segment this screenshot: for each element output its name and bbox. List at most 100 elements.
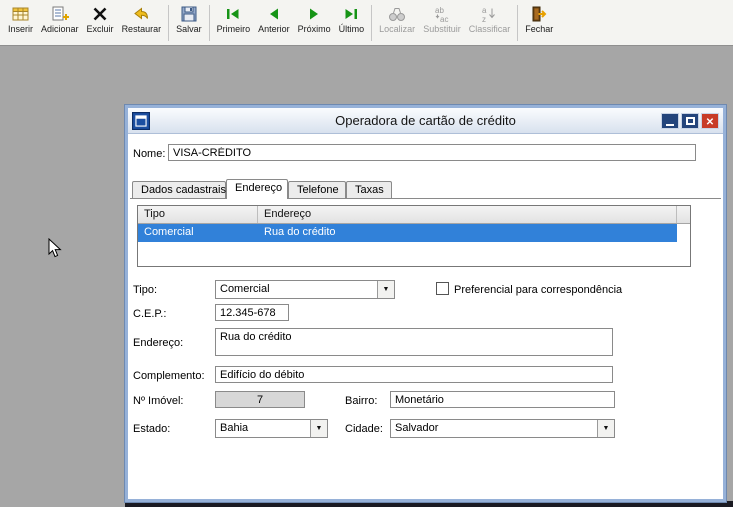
cidade-combo-dropdown-button[interactable] [597,420,614,437]
bairro-label: Bairro: [345,395,377,407]
insert-table-icon [11,4,31,24]
cidade-combo-value: Salvador [391,420,597,437]
address-grid: Tipo Endereço Comercial Rua do crédito [137,205,691,267]
tab-label: Telefone [297,184,339,196]
preferencial-checkbox[interactable] [436,282,449,295]
estado-combo-dropdown-button[interactable] [310,420,327,437]
grid-header: Tipo Endereço [138,206,690,224]
svg-text:z: z [482,15,486,24]
toolbar-button-classificar: az Classificar [465,2,515,44]
toolbar-separator [517,5,518,41]
svg-text:a: a [482,6,487,15]
complemento-input[interactable] [215,366,613,383]
svg-text:ac: ac [440,15,448,24]
tipo-combo-dropdown-button[interactable] [377,281,394,298]
maximize-icon [686,117,695,125]
estado-combo-value: Bahia [216,420,310,437]
tab-label: Dados cadastrais [141,184,226,196]
grid-cell-tipo[interactable]: Comercial [138,224,258,242]
grid-cell-spacer [677,224,690,242]
toolbar-button-label: Classificar [469,24,511,35]
previous-record-icon [264,4,284,24]
window-controls [661,113,719,129]
window-title: Operadora de cartão de crédito [128,113,723,128]
save-floppy-icon [179,4,199,24]
grid-row-selected[interactable]: Comercial Rua do crédito [138,224,690,242]
bairro-input[interactable] [390,391,615,408]
toolbar-button-label: Substituir [423,24,461,35]
tab-label: Endereço [235,182,282,194]
toolbar-button-label: Localizar [379,24,415,35]
toolbar-button-substituir: abac Substituir [419,2,465,44]
toolbar-button-label: Primeiro [217,24,251,35]
tipo-label: Tipo: [133,284,157,296]
endereco-label: Endereço: [133,337,183,349]
tab-underline [130,198,721,199]
exit-door-icon [529,4,549,24]
toolbar-button-label: Inserir [8,24,33,35]
delete-x-icon [90,4,110,24]
toolbar-button-restaurar[interactable]: Restaurar [118,2,166,44]
estado-label: Estado: [133,423,170,435]
cep-label: C.E.P.: [133,308,166,320]
window-client-area: Nome: Dados cadastrais Endereço Telefone… [128,134,723,499]
toolbar-button-label: Excluir [87,24,114,35]
toolbar-separator [209,5,210,41]
toolbar-separator [371,5,372,41]
cep-input[interactable] [215,304,289,321]
toolbar-button-ultimo[interactable]: Último [335,2,369,44]
window-icon [132,112,150,130]
toolbar-button-proximo[interactable]: Próximo [294,2,335,44]
endereco-input[interactable]: Rua do crédito [215,328,613,356]
maximize-button[interactable] [681,113,699,129]
toolbar-button-anterior[interactable]: Anterior [254,2,294,44]
toolbar-button-fechar[interactable]: Fechar [521,2,557,44]
toolbar-button-label: Anterior [258,24,290,35]
cidade-label: Cidade: [345,423,383,435]
toolbar-button-label: Restaurar [122,24,162,35]
add-record-icon [50,4,70,24]
tab-endereco[interactable]: Endereço [226,179,288,199]
find-binoculars-icon [387,4,407,24]
toolbar-separator [168,5,169,41]
toolbar-button-inserir[interactable]: Inserir [4,2,37,44]
estado-combo[interactable]: Bahia [215,419,328,438]
tab-dados-cadastrais[interactable]: Dados cadastrais [132,181,226,198]
toolbar-button-primeiro[interactable]: Primeiro [213,2,255,44]
tab-label: Taxas [355,184,384,196]
toolbar-button-label: Próximo [298,24,331,35]
mouse-cursor [48,238,62,264]
cidade-combo[interactable]: Salvador [390,419,615,438]
nome-label: Nome: [133,148,165,160]
toolbar-button-salvar[interactable]: Salvar [172,2,206,44]
sort-az-icon: az [479,4,499,24]
minimize-icon [666,124,674,126]
titlebar[interactable]: Operadora de cartão de crédito [128,108,723,134]
toolbar-button-label: Adicionar [41,24,79,35]
close-icon [706,113,714,128]
first-record-icon [223,4,243,24]
toolbar-button-label: Último [339,24,365,35]
grid-cell-endereco[interactable]: Rua do crédito [258,224,677,242]
next-record-icon [304,4,324,24]
grid-col-spacer [677,206,690,223]
grid-col-endereco[interactable]: Endereço [258,206,677,223]
toolbar-button-label: Salvar [176,24,202,35]
tipo-combo-value: Comercial [216,281,377,298]
numero-imovel-label: Nº Imóvel: [133,395,183,407]
complemento-label: Complemento: [133,370,205,382]
toolbar: Inserir Adicionar Excluir Restaurar Salv… [0,0,733,46]
grid-col-tipo[interactable]: Tipo [138,206,258,223]
tipo-combo[interactable]: Comercial [215,280,395,299]
close-button[interactable] [701,113,719,129]
numero-imovel-input [215,391,305,408]
svg-text:ab: ab [435,6,444,15]
tab-taxas[interactable]: Taxas [346,181,392,198]
minimize-button[interactable] [661,113,679,129]
toolbar-button-adicionar[interactable]: Adicionar [37,2,83,44]
preferencial-label[interactable]: Preferencial para correspondência [454,284,622,296]
nome-input[interactable] [168,144,696,161]
tab-telefone[interactable]: Telefone [288,181,346,198]
toolbar-button-localizar: Localizar [375,2,419,44]
toolbar-button-excluir[interactable]: Excluir [83,2,118,44]
